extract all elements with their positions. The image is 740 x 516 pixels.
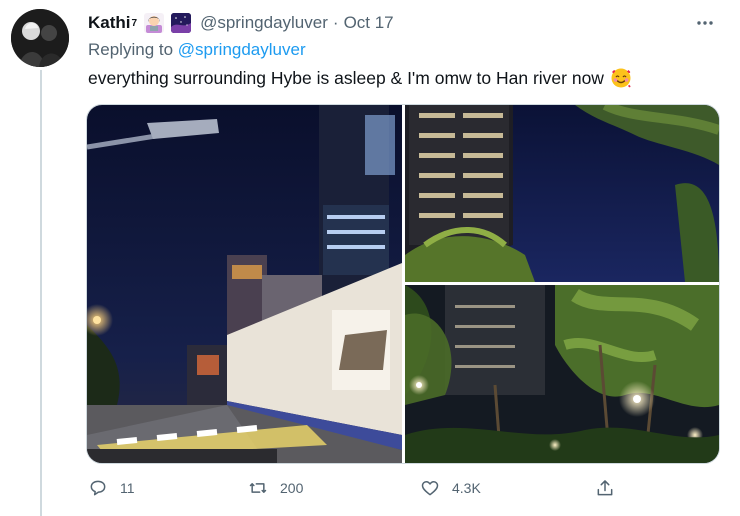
share-button[interactable] [595, 478, 627, 498]
display-name[interactable]: Kathi [88, 13, 131, 33]
retweet-icon [249, 483, 267, 493]
avatar[interactable] [11, 9, 69, 67]
street-night-photo[interactable] [87, 105, 402, 463]
replying-to: Replying to @springdayluver [88, 40, 306, 60]
building-night-photo[interactable] [405, 105, 719, 282]
replying-prefix: Replying to [88, 40, 174, 59]
name-superscript: 7 [131, 17, 138, 29]
separator-dot: · [332, 13, 339, 32]
reply-button[interactable]: 11 [88, 478, 135, 498]
trees-streetlight-photo[interactable] [405, 285, 719, 463]
tweet-header: Kathi 7 @springdayluver · Oct 17 [88, 12, 394, 34]
tweet-actions: 11 200 4.3K [88, 478, 628, 502]
replying-to-link[interactable]: @springdayluver [178, 40, 306, 59]
like-button[interactable]: 4.3K [420, 478, 481, 498]
night-sky-emoji [171, 13, 192, 33]
woman-technologist-emoji [144, 13, 165, 33]
reply-icon [90, 480, 106, 496]
retweet-count: 200 [280, 480, 304, 496]
more-icon[interactable] [696, 14, 714, 32]
tweet-body: everything surrounding Hybe is asleep & … [88, 67, 604, 88]
like-count: 4.3K [452, 480, 481, 496]
share-icon [597, 480, 613, 496]
tweet-text: everything surrounding Hybe is asleep & … [88, 67, 632, 89]
user-handle[interactable]: @springdayluver [200, 13, 328, 33]
tweet-timestamp[interactable]: Oct 17 [344, 13, 394, 33]
retweet-button[interactable]: 200 [248, 478, 303, 498]
smiling-face-with-hearts-emoji [610, 67, 632, 89]
heart-icon [421, 481, 439, 496]
photo-grid [86, 104, 720, 464]
thread-connector-line [40, 70, 42, 516]
reply-count: 11 [120, 480, 135, 496]
